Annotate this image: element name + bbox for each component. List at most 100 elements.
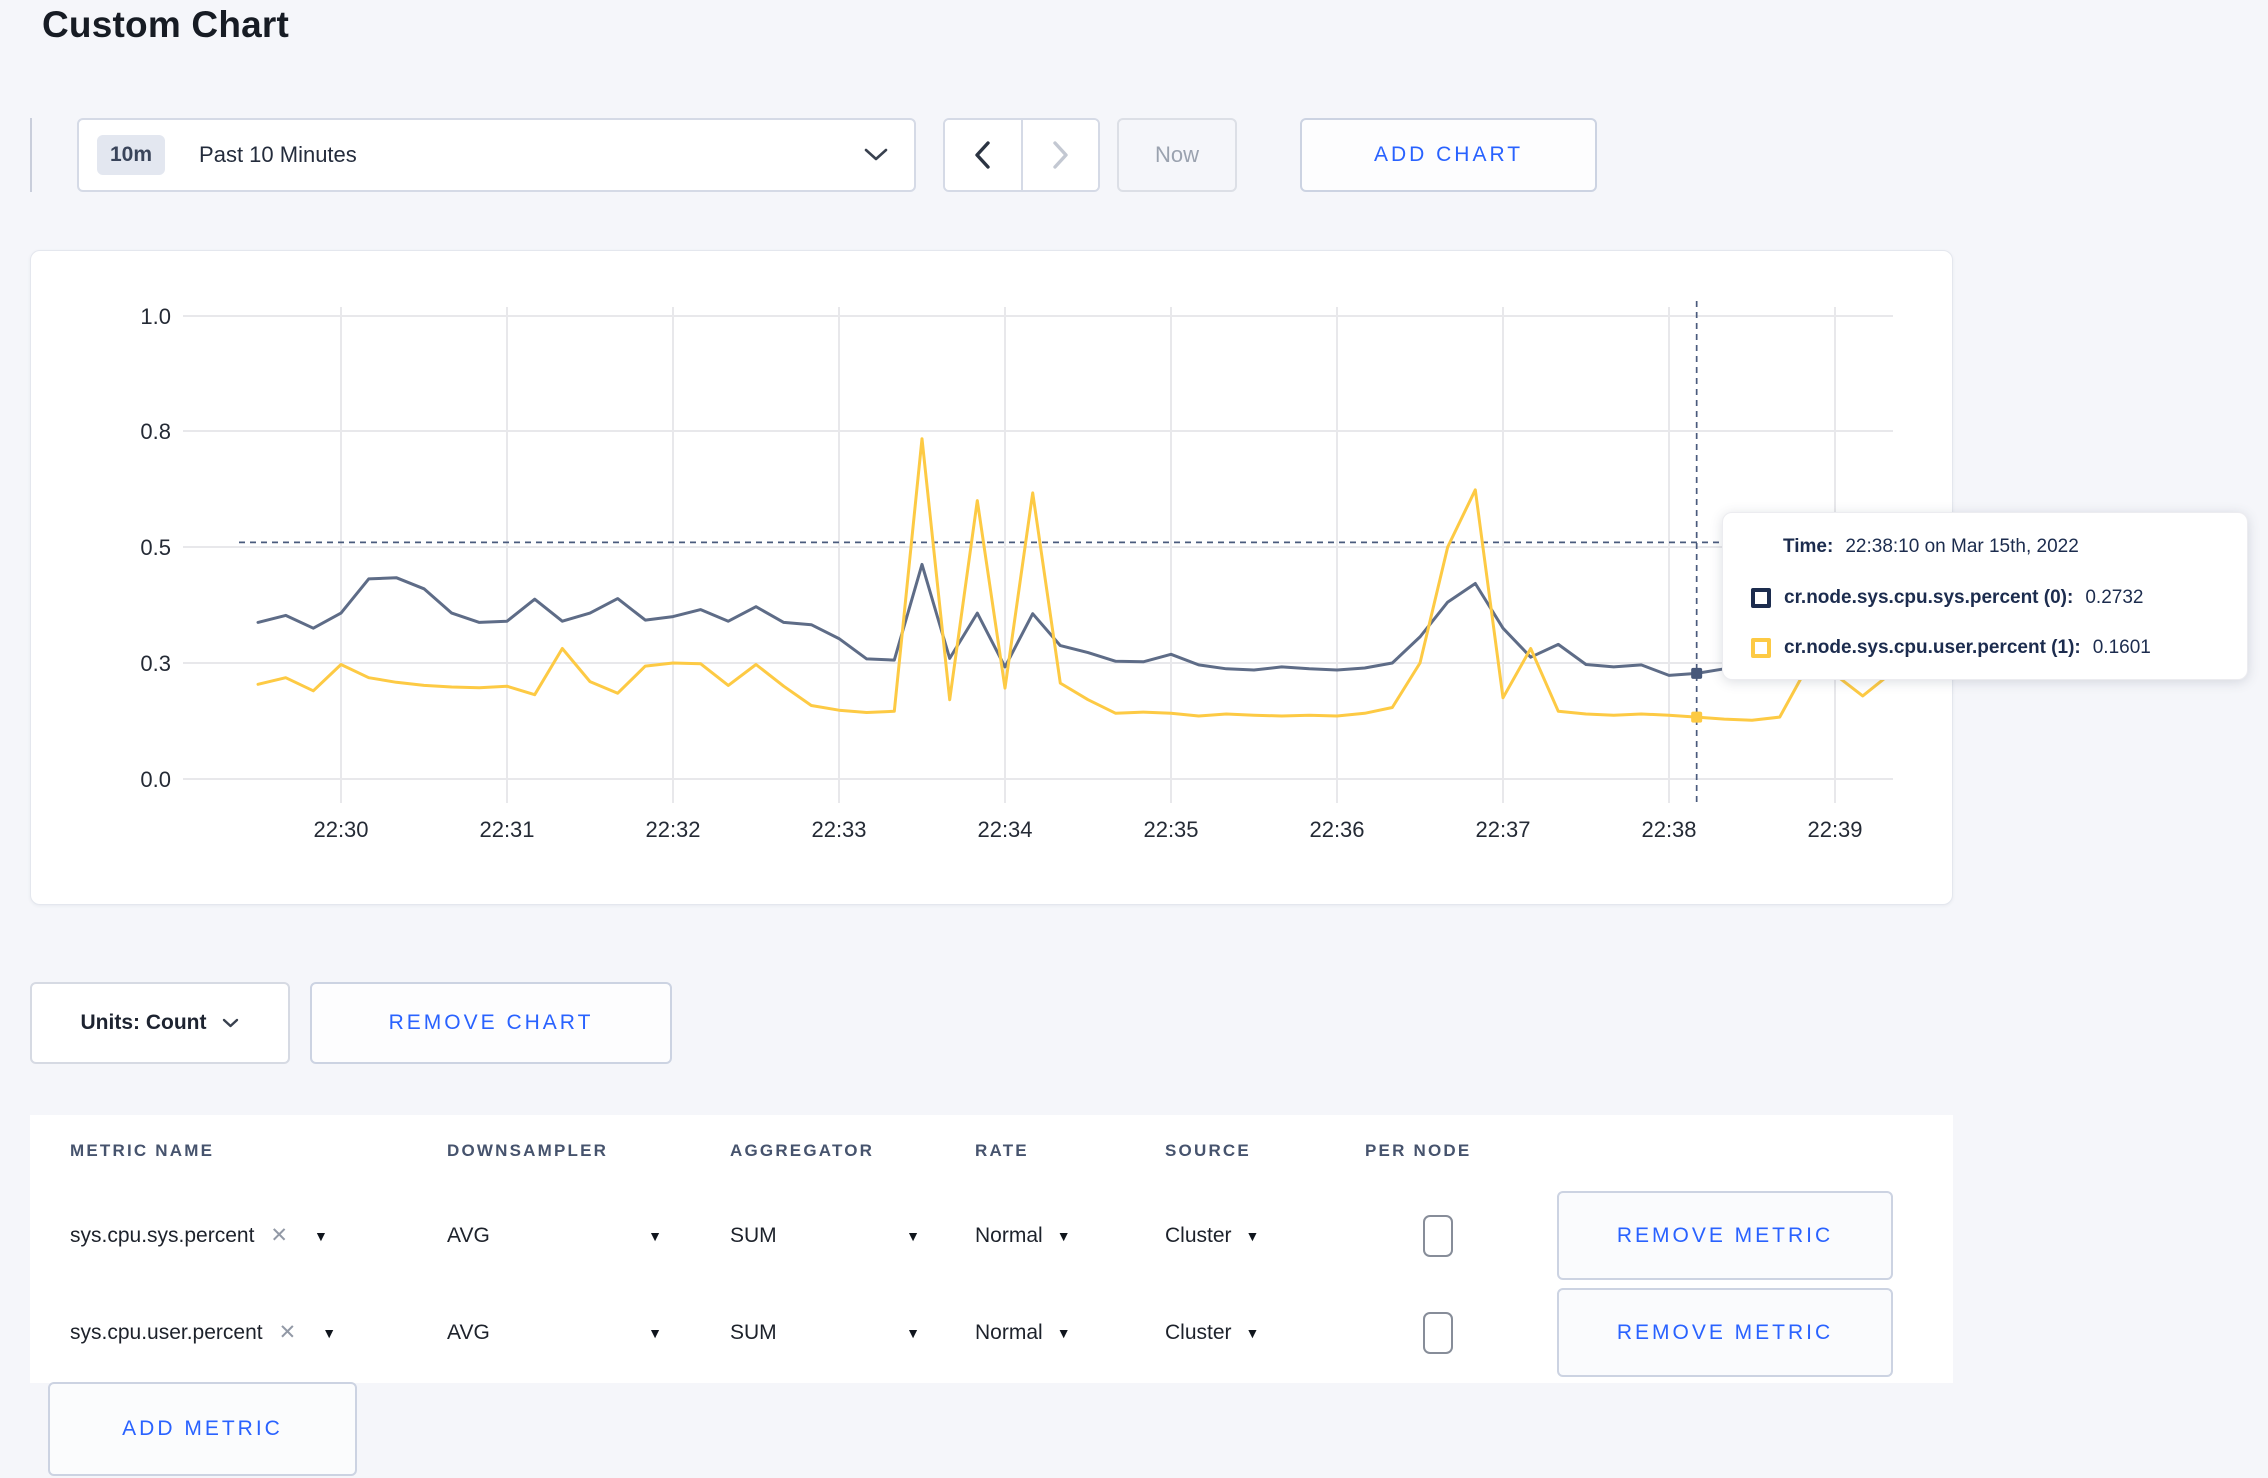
- now-button[interactable]: Now: [1117, 118, 1237, 192]
- sys-series-swatch-icon: [1751, 587, 1771, 608]
- downsampler-value: AVG: [447, 1223, 490, 1247]
- chevron-left-icon: [975, 141, 990, 169]
- clear-metric-x-icon[interactable]: ✕: [270, 1223, 288, 1248]
- remove-metric-button[interactable]: REMOVE METRIC: [1557, 1191, 1893, 1280]
- caret-down-icon: ▼: [648, 1324, 662, 1341]
- axis-tick-labels: 0.0 0.3 0.5 0.8 1.0 22:30 22:31 22:32 22:33 22:34…: [140, 304, 1862, 842]
- metric-table: METRIC NAME DOWNSAMPLER AGGREGATOR RATE …: [30, 1115, 1953, 1383]
- metric-row: sys.cpu.user.percent ✕ ▼ AVG ▼ SUM ▼ Norma…: [30, 1284, 1953, 1381]
- time-next-button[interactable]: [1022, 120, 1098, 190]
- units-label: Units: Count: [80, 1011, 207, 1034]
- per-node-checkbox[interactable]: [1423, 1311, 1453, 1354]
- caret-down-icon[interactable]: ▼: [314, 1228, 328, 1244]
- metric-name-select[interactable]: sys.cpu.sys.percent ✕ ▼: [70, 1223, 447, 1248]
- caret-down-icon: ▼: [1245, 1227, 1260, 1244]
- time-prev-button[interactable]: [945, 120, 1023, 190]
- caret-down-icon: ▼: [906, 1227, 920, 1244]
- rate-value: Normal: [975, 1320, 1043, 1344]
- downsampler-select[interactable]: AVG ▼: [447, 1321, 662, 1345]
- aggregator-value: SUM: [730, 1320, 777, 1344]
- time-window-badge: 10m: [97, 135, 166, 175]
- rate-value: Normal: [975, 1223, 1043, 1247]
- hover-point-sys: [1691, 667, 1703, 679]
- units-dropdown[interactable]: Units: Count: [30, 982, 290, 1064]
- time-window-label: Past 10 Minutes: [199, 142, 357, 167]
- aggregator-select[interactable]: SUM ▼: [730, 1321, 920, 1345]
- chevron-down-icon: [223, 1018, 239, 1028]
- aggregator-select[interactable]: SUM ▼: [730, 1224, 920, 1248]
- caret-down-icon: ▼: [1245, 1324, 1260, 1341]
- tooltip-time-label: Time:: [1783, 536, 1834, 557]
- chart-actions: Units: Count REMOVE CHART: [30, 982, 672, 1064]
- caret-down-icon: ▼: [1056, 1227, 1071, 1244]
- x-tick-label: 22:30: [313, 817, 368, 842]
- tooltip-sys-value: 0.2732: [2085, 586, 2144, 608]
- y-tick-label: 0.0: [140, 767, 171, 792]
- y-tick-label: 1.0: [140, 304, 171, 329]
- tooltip-sys-name: cr.node.sys.cpu.sys.percent (0):: [1784, 586, 2074, 608]
- y-gridlines: [183, 315, 1893, 780]
- tooltip-series-row: cr.node.sys.cpu.sys.percent (0): 0.2732: [1751, 587, 2227, 609]
- col-header-per-node: PER NODE: [1365, 1141, 1472, 1160]
- metric-table-header: METRIC NAME DOWNSAMPLER AGGREGATOR RATE …: [30, 1115, 1953, 1187]
- tooltip-series-row: cr.node.sys.cpu.user.percent (1): 0.1601: [1751, 637, 2227, 659]
- chevron-right-icon: [1053, 141, 1068, 169]
- metrics-chart[interactable]: 0.0 0.3 0.5 0.8 1.0 22:30 22:31 22:32 22:33 22:34…: [31, 251, 1952, 904]
- add-chart-button[interactable]: ADD CHART: [1300, 118, 1597, 192]
- x-tick-label: 22:36: [1309, 817, 1364, 842]
- x-tick-label: 22:39: [1807, 817, 1862, 842]
- tooltip-time-row: Time: 22:38:10 on Mar 15th, 2022: [1783, 536, 2227, 558]
- col-header-rate: RATE: [975, 1141, 1029, 1160]
- tooltip-user-name: cr.node.sys.cpu.user.percent (1):: [1784, 637, 2081, 658]
- col-header-aggregator: AGGREGATOR: [730, 1141, 875, 1160]
- x-tick-label: 22:33: [811, 817, 866, 842]
- metric-name-select[interactable]: sys.cpu.user.percent ✕ ▼: [70, 1320, 447, 1345]
- x-tick-label: 22:34: [977, 817, 1032, 842]
- col-header-downsampler: DOWNSAMPLER: [447, 1141, 609, 1160]
- page-title: Custom Chart: [42, 4, 290, 45]
- x-tick-label: 22:38: [1641, 817, 1696, 842]
- tooltip-time-value: 22:38:10 on Mar 15th, 2022: [1845, 536, 2079, 557]
- caret-down-icon: ▼: [648, 1227, 662, 1244]
- source-value: Cluster: [1165, 1320, 1232, 1344]
- y-tick-label: 0.3: [140, 651, 171, 676]
- x-tick-label: 22:37: [1475, 817, 1530, 842]
- x-gridlines: [340, 307, 1836, 803]
- source-select[interactable]: Cluster ▼: [1165, 1321, 1365, 1345]
- rate-select[interactable]: Normal ▼: [975, 1224, 1165, 1248]
- x-tick-label: 22:31: [479, 817, 534, 842]
- chart-tooltip: Time: 22:38:10 on Mar 15th, 2022 cr.node…: [1722, 512, 2248, 680]
- y-tick-label: 0.5: [140, 535, 171, 560]
- caret-down-icon[interactable]: ▼: [322, 1325, 336, 1341]
- custom-chart-page: Custom Chart 10m Past 10 Minutes Now ADD…: [0, 0, 2268, 1478]
- metric-name: sys.cpu.sys.percent: [70, 1223, 255, 1247]
- chart-card: 0.0 0.3 0.5 0.8 1.0 22:30 22:31 22:32 22:33 22:34…: [30, 250, 1953, 905]
- source-select[interactable]: Cluster ▼: [1165, 1224, 1365, 1248]
- metric-row: sys.cpu.sys.percent ✕ ▼ AVG ▼ SUM ▼ Normal…: [30, 1187, 1953, 1284]
- chevron-down-icon: [864, 148, 888, 161]
- downsampler-value: AVG: [447, 1320, 490, 1344]
- clear-metric-x-icon[interactable]: ✕: [279, 1320, 297, 1345]
- user-series-swatch-icon: [1751, 638, 1771, 658]
- metric-name: sys.cpu.user.percent: [70, 1320, 263, 1344]
- per-node-checkbox[interactable]: [1423, 1214, 1453, 1257]
- series-line-sys: [256, 562, 1892, 677]
- caret-down-icon: ▼: [1056, 1324, 1071, 1341]
- toolbar: 10m Past 10 Minutes Now ADD CHART: [30, 118, 1597, 192]
- caret-down-icon: ▼: [906, 1324, 920, 1341]
- aggregator-value: SUM: [730, 1223, 777, 1247]
- source-value: Cluster: [1165, 1223, 1232, 1247]
- remove-chart-button[interactable]: REMOVE CHART: [310, 982, 672, 1064]
- rate-select[interactable]: Normal ▼: [975, 1321, 1165, 1345]
- col-header-source: SOURCE: [1165, 1141, 1251, 1160]
- x-tick-label: 22:32: [645, 817, 700, 842]
- time-window-dropdown[interactable]: 10m Past 10 Minutes: [77, 118, 916, 192]
- col-header-metric-name: METRIC NAME: [70, 1141, 215, 1160]
- series-line-user: [256, 437, 1892, 722]
- toolbar-divider: [30, 118, 32, 192]
- time-nav-group: [943, 118, 1100, 192]
- downsampler-select[interactable]: AVG ▼: [447, 1224, 662, 1248]
- x-tick-label: 22:35: [1143, 817, 1198, 842]
- add-metric-button[interactable]: ADD METRIC: [48, 1382, 357, 1476]
- remove-metric-button[interactable]: REMOVE METRIC: [1557, 1288, 1893, 1377]
